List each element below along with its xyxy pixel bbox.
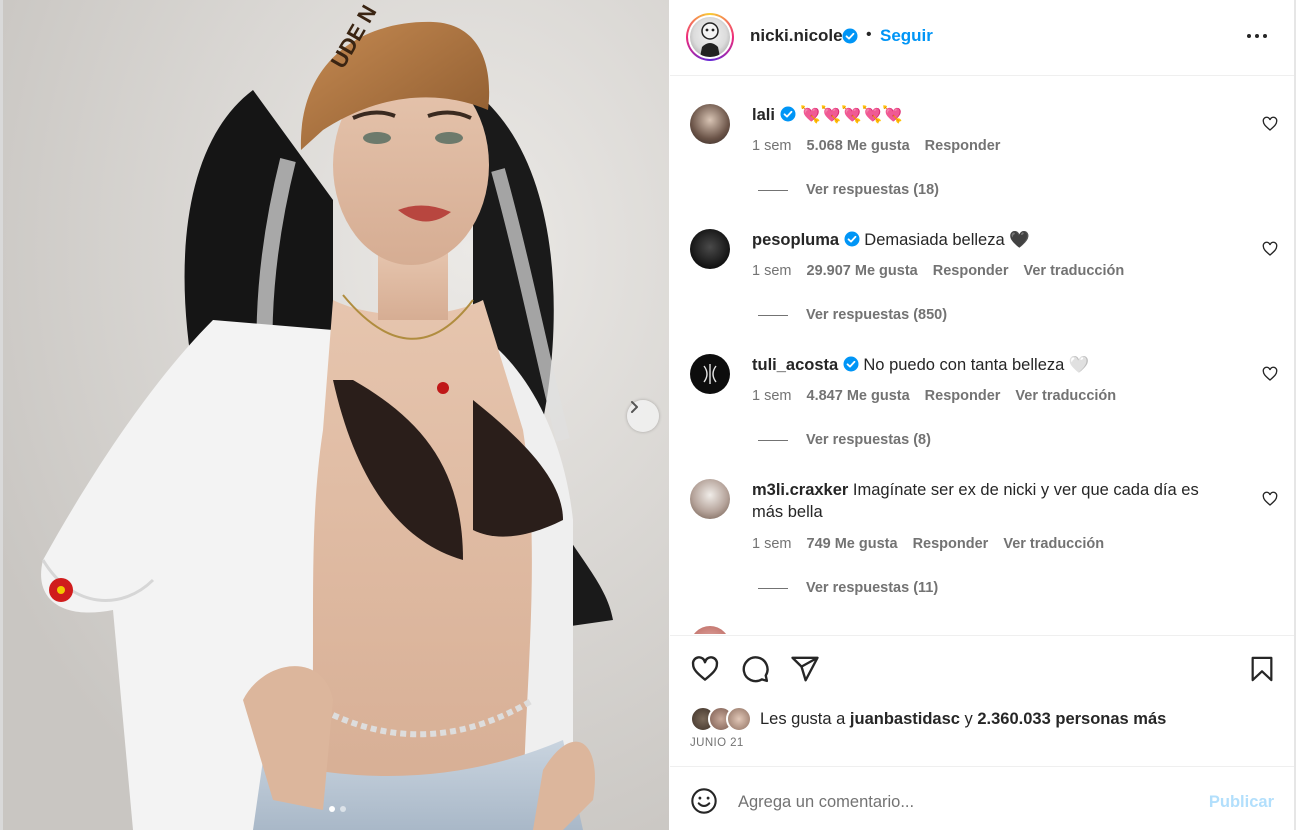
commenter-avatar[interactable] <box>690 229 730 269</box>
view-replies-button[interactable]: Ver respuestas (8) <box>758 432 931 448</box>
comment-like-icon[interactable] <box>1262 366 1278 387</box>
more-options-icon[interactable] <box>1246 24 1268 53</box>
chevron-right-icon <box>631 401 638 413</box>
comment-time: 1 sem <box>752 536 792 552</box>
author-avatar[interactable] <box>686 13 734 61</box>
emoji-icon[interactable] <box>690 787 718 820</box>
add-comment-bar: Publicar <box>670 766 1294 831</box>
translate-button[interactable]: Ver traducción <box>1003 536 1104 552</box>
likes-middle: y <box>959 709 978 728</box>
post-date[interactable]: JUNIO 21 <box>690 737 744 749</box>
comment-meta: 1 sem 749 Me gusta Responder Ver traducc… <box>752 536 1104 552</box>
reply-button[interactable]: Responder <box>933 263 1009 279</box>
liker-username[interactable]: juanbastidasc <box>850 710 960 728</box>
view-replies-button[interactable]: Ver respuestas (11) <box>758 580 938 596</box>
comment-input[interactable] <box>738 787 1178 817</box>
likes-summary[interactable]: Les gusta a juanbastidasc y 2.360.033 pe… <box>690 706 1166 732</box>
comment-meta: 1 sem 5.068 Me gusta Responder <box>752 138 1000 154</box>
like-icon[interactable] <box>690 654 720 689</box>
commenter-avatar-image <box>703 364 717 384</box>
view-replies-button[interactable]: Ver respuestas (18) <box>758 182 939 198</box>
verified-badge-icon <box>843 356 859 372</box>
comment-like-count[interactable]: 29.907 Me gusta <box>807 263 918 279</box>
view-replies-label: Ver respuestas (18) <box>806 182 939 198</box>
post-details-panel: nicki.nicole • Seguir lali 💘💘💘💘💘 1 sem 5… <box>670 0 1294 830</box>
view-replies-label: Ver respuestas (8) <box>806 432 931 448</box>
likes-prefix: Les gusta a <box>760 709 850 728</box>
comment-time: 1 sem <box>752 388 792 404</box>
post-photo-illustration: UDE N <box>3 0 669 830</box>
carousel-next-button[interactable] <box>627 400 659 432</box>
comment-time: 1 sem <box>752 138 792 154</box>
post-header: nicki.nicole • Seguir <box>670 0 1294 76</box>
comment-like-icon[interactable] <box>1262 116 1278 137</box>
reply-button[interactable]: Responder <box>913 536 989 552</box>
carousel-dot <box>340 806 346 812</box>
commenter-avatar[interactable] <box>690 479 730 519</box>
header-separator: • <box>866 26 872 43</box>
save-icon[interactable] <box>1248 654 1276 689</box>
author-avatar-image <box>700 22 720 57</box>
verified-badge-icon <box>780 106 796 122</box>
comment-body: m3li.craxker Imagínate ser ex de nicki y… <box>752 479 1222 523</box>
comment-username[interactable]: m3li.craxker <box>752 481 848 499</box>
liker-avatar <box>726 706 752 732</box>
commenter-avatar[interactable] <box>690 354 730 394</box>
translate-button[interactable]: Ver traducción <box>1023 263 1124 279</box>
commenter-avatar[interactable] <box>690 104 730 144</box>
carousel-indicator <box>329 806 346 812</box>
comment-icon[interactable] <box>740 654 770 689</box>
view-replies-label: Ver respuestas (850) <box>806 307 948 323</box>
comment-username[interactable]: tuli_acosta <box>752 356 838 374</box>
share-icon[interactable] <box>790 654 820 689</box>
likes-text: Les gusta a juanbastidasc y 2.360.033 pe… <box>760 710 1166 729</box>
author-username[interactable]: nicki.nicole <box>750 26 843 46</box>
likes-others[interactable]: 2.360.033 personas más <box>977 710 1166 728</box>
post-actions: Les gusta a juanbastidasc y 2.360.033 pe… <box>670 635 1294 766</box>
view-replies-button[interactable]: Ver respuestas (850) <box>758 307 947 323</box>
comment-text: 💘💘💘💘💘 <box>800 106 903 124</box>
comment-meta: 1 sem 4.847 Me gusta Responder Ver tradu… <box>752 388 1116 404</box>
publish-button[interactable]: Publicar <box>1209 793 1274 812</box>
instagram-post-window: UDE N nicki.nicole • Seguir lali 💘💘💘💘💘 1… <box>0 0 1296 830</box>
comment-like-count[interactable]: 5.068 Me gusta <box>807 138 910 154</box>
commenter-avatar[interactable] <box>690 626 730 634</box>
comment-body: lali 💘💘💘💘💘 <box>752 104 1232 126</box>
comment-username[interactable]: pesopluma <box>752 231 839 249</box>
comment-meta: 1 sem 29.907 Me gusta Responder Ver trad… <box>752 263 1124 279</box>
post-photo[interactable]: UDE N <box>3 0 669 830</box>
comments-list[interactable]: lali 💘💘💘💘💘 1 sem 5.068 Me gusta Responde… <box>670 76 1294 634</box>
comment-time: 1 sem <box>752 263 792 279</box>
reply-button[interactable]: Responder <box>925 388 1001 404</box>
verified-badge-icon <box>844 231 860 247</box>
follow-button[interactable]: Seguir <box>880 26 933 46</box>
carousel-dot-active <box>329 806 335 812</box>
comment-body: tuli_acosta No puedo con tanta belleza 🤍 <box>752 354 1232 376</box>
translate-button[interactable]: Ver traducción <box>1015 388 1116 404</box>
comment-text: No puedo con tanta belleza 🤍 <box>863 356 1090 374</box>
verified-badge-icon <box>842 28 858 49</box>
comment-like-count[interactable]: 749 Me gusta <box>807 536 898 552</box>
comment-like-count[interactable]: 4.847 Me gusta <box>807 388 910 404</box>
comment-text: Demasiada belleza 🖤 <box>864 231 1030 249</box>
comment-like-icon[interactable] <box>1262 491 1278 512</box>
comment-like-icon[interactable] <box>1262 241 1278 262</box>
reply-button[interactable]: Responder <box>925 138 1001 154</box>
comment-username[interactable]: lali <box>752 106 775 124</box>
comment-body: pesopluma Demasiada belleza 🖤 <box>752 229 1232 251</box>
view-replies-label: Ver respuestas (11) <box>806 580 939 596</box>
